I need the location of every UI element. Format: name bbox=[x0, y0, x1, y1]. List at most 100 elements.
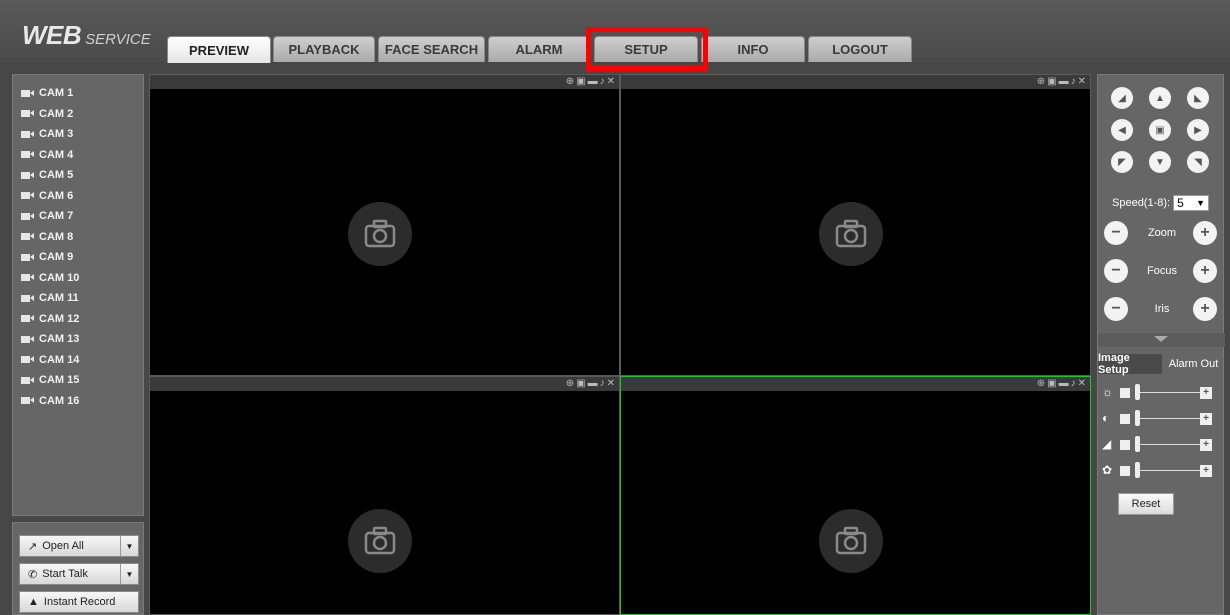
slider-handle[interactable] bbox=[1135, 462, 1140, 478]
close-icon[interactable]: ✕ bbox=[1078, 77, 1086, 87]
reset-button[interactable]: Reset bbox=[1118, 493, 1174, 515]
camera-label: CAM 16 bbox=[39, 394, 80, 407]
tab-face-search[interactable]: FACE SEARCH bbox=[378, 36, 485, 62]
ptz-down-icon[interactable]: ▼ bbox=[1149, 151, 1171, 173]
tab-setup[interactable]: SETUP bbox=[594, 36, 698, 62]
camera-item[interactable]: CAM 4 bbox=[13, 145, 143, 166]
camera-item[interactable]: CAM 1 bbox=[13, 83, 143, 104]
camera-label: CAM 5 bbox=[39, 169, 74, 182]
no-camera-icon bbox=[348, 202, 412, 266]
tab-logout[interactable]: LOGOUT bbox=[808, 36, 912, 62]
audio-icon[interactable]: ♪ bbox=[600, 379, 605, 389]
ptz-left-icon[interactable]: ◀ bbox=[1111, 119, 1133, 141]
camera-item[interactable]: CAM 13 bbox=[13, 329, 143, 350]
tab-preview[interactable]: PREVIEW bbox=[167, 36, 271, 63]
camera-icon bbox=[21, 273, 35, 282]
zoom-minus-button[interactable]: − bbox=[1104, 221, 1128, 245]
brightness-slider[interactable]: ☼ + bbox=[1098, 383, 1225, 403]
tab-playback[interactable]: PLAYBACK bbox=[273, 36, 375, 62]
camera-item[interactable]: CAM 6 bbox=[13, 186, 143, 207]
camera-item[interactable]: CAM 15 bbox=[13, 370, 143, 391]
slider-handle[interactable] bbox=[1135, 410, 1140, 426]
camera-item[interactable]: CAM 14 bbox=[13, 350, 143, 371]
focus-minus-button[interactable]: − bbox=[1104, 259, 1128, 283]
tab-image-setup[interactable]: Image Setup bbox=[1098, 352, 1162, 376]
camera-icon bbox=[21, 396, 35, 405]
ptz-down-left-icon[interactable]: ◤ bbox=[1111, 151, 1133, 173]
no-camera-icon bbox=[348, 509, 412, 573]
open-all-dropdown-icon[interactable]: ▼ bbox=[120, 536, 138, 556]
camera-item[interactable]: CAM 5 bbox=[13, 165, 143, 186]
record-icon[interactable]: ▬ bbox=[1059, 379, 1069, 389]
camera-item[interactable]: CAM 3 bbox=[13, 124, 143, 145]
record-icon[interactable]: ▬ bbox=[588, 379, 598, 389]
focus-plus-button[interactable]: + bbox=[1193, 259, 1217, 283]
ptz-right-icon[interactable]: ▶ bbox=[1187, 119, 1209, 141]
hue-minus-button[interactable] bbox=[1120, 466, 1130, 476]
close-icon[interactable]: ✕ bbox=[607, 77, 615, 87]
slider-track bbox=[1140, 418, 1200, 419]
start-talk-button[interactable]: ✆ Start Talk ▼ bbox=[19, 563, 139, 585]
phone-icon: ✆ bbox=[28, 568, 38, 581]
record-icon[interactable]: ▬ bbox=[1059, 77, 1069, 87]
brightness-plus-button[interactable]: + bbox=[1200, 387, 1212, 399]
saturation-slider[interactable]: ◢ + bbox=[1098, 435, 1225, 455]
zoom-plus-button[interactable]: + bbox=[1193, 221, 1217, 245]
open-all-label: Open All bbox=[42, 540, 84, 552]
snapshot-icon[interactable]: ▣ bbox=[576, 77, 585, 87]
video-pane-2[interactable]: ⊕ ▣ ▬ ♪ ✕ bbox=[620, 74, 1091, 376]
iris-plus-button[interactable]: + bbox=[1193, 297, 1217, 321]
snapshot-icon[interactable]: ▣ bbox=[576, 379, 585, 389]
brightness-minus-button[interactable] bbox=[1120, 388, 1130, 398]
record-icon[interactable]: ▬ bbox=[588, 77, 598, 87]
saturation-plus-button[interactable]: + bbox=[1200, 439, 1212, 451]
slider-handle[interactable] bbox=[1135, 384, 1140, 400]
camera-item[interactable]: CAM 9 bbox=[13, 247, 143, 268]
open-all-button[interactable]: ↗ Open All ▼ bbox=[19, 535, 139, 557]
camera-item[interactable]: CAM 11 bbox=[13, 288, 143, 309]
hue-slider[interactable]: ✿ + bbox=[1098, 461, 1225, 481]
start-talk-dropdown-icon[interactable]: ▼ bbox=[120, 564, 138, 584]
video-pane-4-selected[interactable]: ⊕ ▣ ▬ ♪ ✕ bbox=[620, 376, 1091, 615]
zoom-icon[interactable]: ⊕ bbox=[1037, 379, 1045, 389]
contrast-plus-button[interactable]: + bbox=[1200, 413, 1212, 425]
tab-alarm[interactable]: ALARM bbox=[488, 36, 590, 62]
snapshot-icon[interactable]: ▣ bbox=[1047, 379, 1056, 389]
brightness-icon: ☼ bbox=[1102, 385, 1113, 399]
zoom-icon[interactable]: ⊕ bbox=[1037, 77, 1045, 87]
camera-item[interactable]: CAM 2 bbox=[13, 104, 143, 125]
video-pane-1[interactable]: ⊕ ▣ ▬ ♪ ✕ bbox=[149, 74, 620, 376]
tab-info[interactable]: INFO bbox=[701, 36, 805, 62]
close-icon[interactable]: ✕ bbox=[1078, 379, 1086, 389]
web-service-app: WEB SERVICE PREVIEW PLAYBACK FACE SEARCH … bbox=[0, 0, 1230, 615]
ptz-center-icon[interactable]: ▣ bbox=[1149, 119, 1171, 141]
video-pane-3[interactable]: ⊕ ▣ ▬ ♪ ✕ bbox=[149, 376, 620, 615]
camera-item[interactable]: CAM 7 bbox=[13, 206, 143, 227]
close-icon[interactable]: ✕ bbox=[607, 379, 615, 389]
tab-alarm-out[interactable]: Alarm Out bbox=[1162, 354, 1225, 374]
audio-icon[interactable]: ♪ bbox=[600, 77, 605, 87]
zoom-icon[interactable]: ⊕ bbox=[566, 77, 574, 87]
ptz-up-left-icon[interactable]: ◢ bbox=[1111, 87, 1133, 109]
collapse-toggle[interactable] bbox=[1098, 333, 1225, 347]
zoom-icon[interactable]: ⊕ bbox=[566, 379, 574, 389]
snapshot-icon[interactable]: ▣ bbox=[1047, 77, 1056, 87]
hue-plus-button[interactable]: + bbox=[1200, 465, 1212, 477]
contrast-minus-button[interactable] bbox=[1120, 414, 1130, 424]
camera-item[interactable]: CAM 8 bbox=[13, 227, 143, 248]
ptz-up-right-icon[interactable]: ◣ bbox=[1187, 87, 1209, 109]
audio-icon[interactable]: ♪ bbox=[1071, 379, 1076, 389]
iris-minus-button[interactable]: − bbox=[1104, 297, 1128, 321]
camera-item[interactable]: CAM 16 bbox=[13, 391, 143, 412]
audio-icon[interactable]: ♪ bbox=[1071, 77, 1076, 87]
speed-select[interactable]: 5 ▼ bbox=[1173, 195, 1210, 211]
ptz-up-icon[interactable]: ▲ bbox=[1149, 87, 1171, 109]
saturation-minus-button[interactable] bbox=[1120, 440, 1130, 450]
ptz-down-right-icon[interactable]: ◥ bbox=[1187, 151, 1209, 173]
slider-handle[interactable] bbox=[1135, 436, 1140, 452]
logo-main: WEB bbox=[22, 20, 82, 50]
camera-item[interactable]: CAM 12 bbox=[13, 309, 143, 330]
camera-item[interactable]: CAM 10 bbox=[13, 268, 143, 289]
contrast-slider[interactable]: ◐ + bbox=[1098, 409, 1225, 429]
instant-record-button[interactable]: ▲ Instant Record bbox=[19, 591, 139, 613]
